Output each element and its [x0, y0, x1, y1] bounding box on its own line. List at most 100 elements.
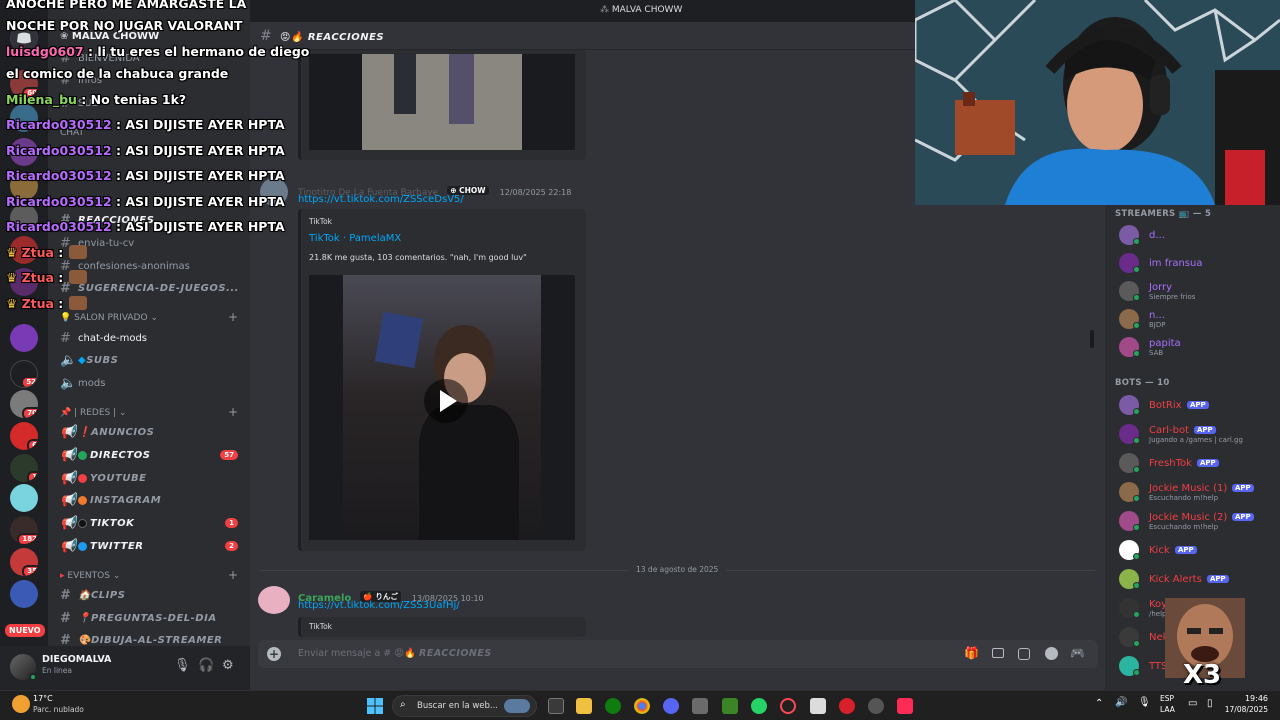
- tiktok-icon[interactable]: [897, 698, 913, 714]
- member-name[interactable]: d...: [1149, 230, 1165, 241]
- member-name[interactable]: n...: [1149, 310, 1165, 321]
- server-icon[interactable]: [10, 324, 38, 352]
- bot-member[interactable]: Kick APP: [1119, 538, 1279, 562]
- server-icon[interactable]: 6: [10, 422, 38, 450]
- app-icon[interactable]: [810, 698, 826, 714]
- add-channel-icon[interactable]: +: [228, 568, 238, 582]
- emoji-icon[interactable]: [1045, 647, 1058, 660]
- channel-tiktok[interactable]: 📢 TIKTOK: [60, 513, 134, 533]
- channel-clips[interactable]: # 🏠 CLIPS: [60, 585, 125, 605]
- sticker-icon[interactable]: [1018, 648, 1030, 660]
- server-icon[interactable]: 1: [10, 454, 38, 482]
- volume-icon[interactable]: 🔊: [1115, 697, 1127, 708]
- member-name[interactable]: Jorry: [1149, 282, 1172, 293]
- message-link[interactable]: https://vt.tiktok.com/ZSSceDsV5/: [298, 194, 464, 205]
- weather-temp[interactable]: 17°C: [33, 694, 53, 703]
- server-icon[interactable]: 70: [10, 390, 38, 418]
- server-name[interactable]: ❀ MALVA CHOWW: [60, 31, 159, 42]
- battery-icon[interactable]: ▯: [1207, 698, 1213, 709]
- video-thumbnail[interactable]: [309, 275, 575, 540]
- member-name[interactable]: papita: [1149, 338, 1181, 349]
- server-icon[interactable]: [10, 172, 38, 200]
- server-icon[interactable]: 60: [10, 70, 38, 98]
- bot-member[interactable]: Carl-bot APP Jugando a /games | carl.gg: [1119, 422, 1279, 446]
- discord-home-icon[interactable]: [10, 24, 38, 52]
- member-name[interactable]: BotRix: [1149, 400, 1182, 411]
- clock-time[interactable]: 19:46: [1226, 694, 1268, 703]
- member-name[interactable]: im fransua: [1149, 258, 1202, 269]
- channel-envia-tu-cv[interactable]: # envia-tu-cv: [60, 233, 134, 253]
- gif-icon[interactable]: [992, 648, 1004, 658]
- member-name[interactable]: FreshTok: [1149, 458, 1192, 469]
- microphone-icon[interactable]: 🎙: [1138, 697, 1151, 708]
- language-indicator[interactable]: ESP: [1160, 694, 1174, 703]
- app-icon[interactable]: [868, 698, 884, 714]
- category-eventos[interactable]: ▸ EVENTOS ⌄: [60, 571, 120, 581]
- task-view-icon[interactable]: [548, 698, 564, 714]
- xbox-icon[interactable]: [605, 698, 621, 714]
- channel-instagram[interactable]: 📢 INSTAGRAM: [60, 490, 161, 510]
- server-icon[interactable]: [10, 204, 38, 232]
- message-input-placeholder[interactable]: Enviar mensaje a # 😡🔥 REACCIONES: [298, 648, 492, 659]
- server-icon[interactable]: [10, 268, 38, 296]
- channel-anuncios[interactable]: 📢 ❗ ANUNCIOS: [60, 422, 154, 442]
- server-icon[interactable]: 2: [10, 104, 38, 132]
- play-button[interactable]: [424, 379, 468, 423]
- channel-twitter[interactable]: 📢 TWITTER: [60, 536, 143, 556]
- channel-youtube[interactable]: 📢 YOUTUBE: [60, 468, 146, 488]
- network-icon[interactable]: ▭: [1188, 698, 1197, 709]
- member-name[interactable]: Jockie Music (1): [1149, 483, 1227, 494]
- minecraft-icon[interactable]: [722, 698, 738, 714]
- avatar[interactable]: [258, 586, 290, 614]
- new-badge[interactable]: NUEVO: [5, 624, 45, 637]
- server-icon[interactable]: [10, 580, 38, 608]
- category-chat[interactable]: CHAT: [60, 128, 84, 138]
- bot-member[interactable]: Kick Alerts APP: [1119, 567, 1279, 591]
- channel-sugerencia[interactable]: # SUGERENCIA-DE-JUEGOS...: [60, 278, 239, 298]
- server-icon[interactable]: 35: [10, 548, 38, 576]
- message-link[interactable]: https://vt.tiktok.com/ZSS3UafHj/: [298, 600, 460, 611]
- message-composer[interactable]: + Enviar mensaje a # 😡🔥 REACCIONES 🎁 🎮: [258, 640, 1098, 668]
- bot-member[interactable]: Jockie Music (2) APP Escuchando m!help: [1119, 509, 1279, 533]
- channel-bienvenida[interactable]: # BIENVENIDA: [60, 48, 140, 68]
- opera-icon[interactable]: [780, 698, 796, 714]
- headphones-icon[interactable]: 🎧: [198, 658, 214, 673]
- weather-icon[interactable]: [12, 695, 30, 713]
- channel-preguntas[interactable]: # 📍 PREGUNTAS-DEL-DIA: [60, 608, 217, 628]
- streamer-member[interactable]: n... BJDP: [1119, 307, 1279, 331]
- add-channel-icon[interactable]: +: [228, 405, 238, 419]
- category-salon-privado[interactable]: 💡 SALON PRIVADO ⌄: [60, 313, 158, 323]
- server-icon[interactable]: 52: [10, 360, 38, 388]
- settings-gear-icon[interactable]: ⚙: [222, 658, 234, 673]
- username[interactable]: DIEGOMALVA: [42, 654, 111, 665]
- chrome-icon[interactable]: [634, 698, 650, 714]
- embed-title[interactable]: TikTok · PamelaMX: [309, 233, 401, 244]
- whatsapp-icon[interactable]: [751, 698, 767, 714]
- scrollbar-thumb[interactable]: [1090, 330, 1094, 348]
- embed-image[interactable]: [309, 54, 575, 150]
- member-name[interactable]: Kick: [1149, 545, 1170, 556]
- streamer-member[interactable]: papita SAB: [1119, 335, 1279, 359]
- member-name[interactable]: Kick Alerts: [1149, 574, 1202, 585]
- bot-member[interactable]: Jockie Music (1) APP Escuchando m!help: [1119, 480, 1279, 504]
- chevron-up-icon[interactable]: ⌃: [1095, 698, 1103, 709]
- channel-sub[interactable]: # SUB: [60, 93, 99, 113]
- windows-start-icon[interactable]: [367, 698, 383, 714]
- channel-reacciones[interactable]: # REACCIONES: [60, 210, 154, 230]
- bot-member[interactable]: BotRix APP: [1119, 393, 1279, 417]
- gamepad-icon[interactable]: 🎮: [1070, 646, 1085, 660]
- server-icon[interactable]: 182: [10, 516, 38, 544]
- member-name[interactable]: Carl-bot: [1149, 425, 1189, 436]
- app-icon[interactable]: [839, 698, 855, 714]
- taskbar-search[interactable]: ⌕ Buscar en la web...: [392, 695, 537, 717]
- add-channel-icon[interactable]: +: [228, 310, 238, 324]
- avatar[interactable]: [260, 178, 288, 206]
- server-icon[interactable]: [10, 236, 38, 264]
- bot-member[interactable]: FreshTok APP: [1119, 451, 1279, 475]
- channel-directos[interactable]: 📢 DIRECTOS: [60, 445, 150, 465]
- category-redes[interactable]: 📌 | REDES | ⌄: [60, 408, 127, 418]
- streamer-member[interactable]: Jorry Siempre frios: [1119, 279, 1279, 303]
- add-attachment-icon[interactable]: +: [267, 647, 281, 661]
- server-icon[interactable]: [10, 138, 38, 166]
- store-icon[interactable]: [692, 698, 708, 714]
